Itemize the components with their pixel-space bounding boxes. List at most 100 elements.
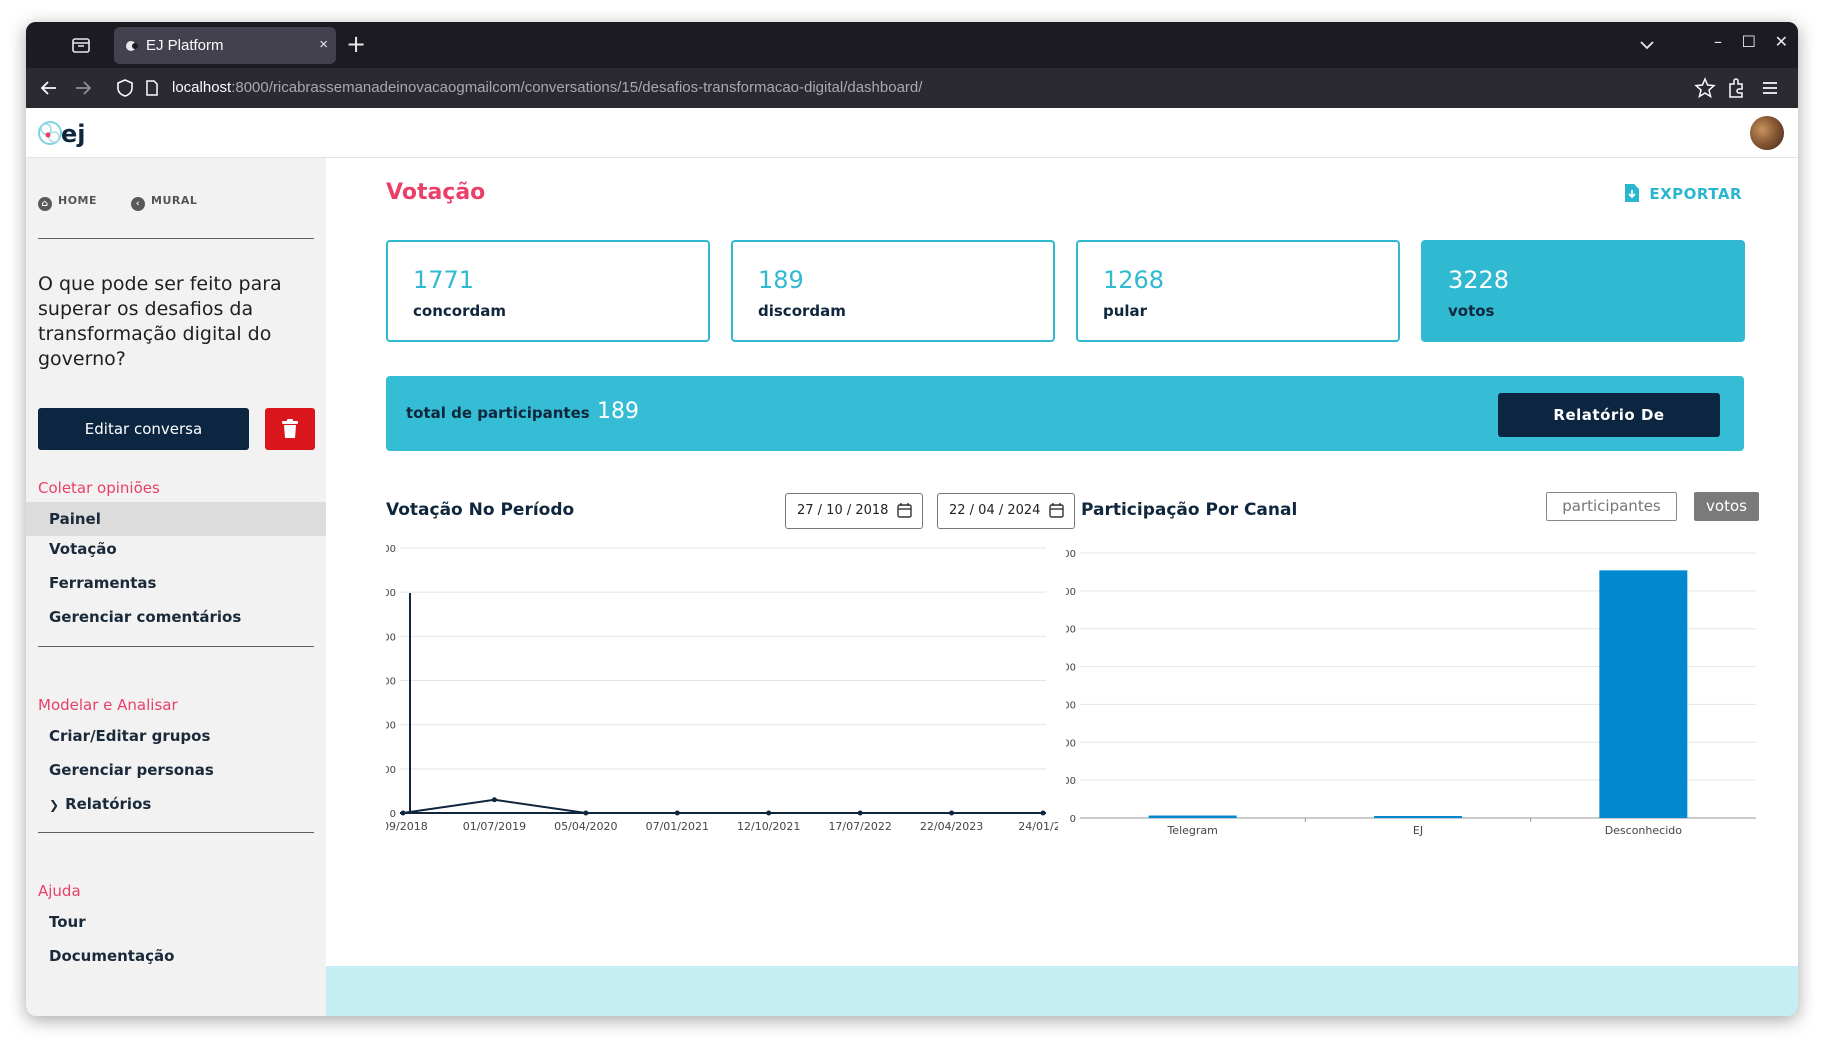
edit-conversation-button[interactable]: Editar conversa [38,408,249,450]
mural-link[interactable]: ‹ MURAL [131,194,197,211]
bookmark-star-icon[interactable] [1694,77,1716,99]
delete-conversation-button[interactable] [265,408,315,450]
extensions-icon[interactable] [1726,77,1746,99]
sidebar-item-documentacao[interactable]: Documentação [26,939,326,973]
conversation-question: O que pode ser feito para superar os des… [38,273,282,370]
footer-band [326,966,1798,1016]
chevron-left-icon: ‹ [131,197,145,211]
toggle-participants[interactable]: participantes [1546,492,1677,521]
chevron-down-icon[interactable] [1636,34,1658,56]
shield-icon[interactable] [116,78,134,98]
bar-desconhecido [1599,570,1688,818]
y-tick-label: 00 [386,588,396,599]
data-point [1040,810,1046,816]
x-tick-label: EJ [1413,824,1423,837]
y-tick-label: 00 [1066,549,1076,560]
close-tab-icon[interactable]: × [319,36,328,53]
main-panel: Votação EXPORTAR 1771 concordam 189 disc… [326,158,1798,966]
data-point [583,810,589,816]
page-content: ej ⌂ HOME ‹ MURAL O que pode ser feito par… [26,108,1798,1016]
stat-label: pular [1103,302,1148,320]
stat-card-discordam: 189 discordam [731,240,1055,342]
home-link[interactable]: ⌂ HOME [38,194,97,211]
sidebar-item-tour[interactable]: Tour [26,905,326,939]
calendar-icon[interactable] [1049,503,1064,518]
y-tick-label: 00 [1066,700,1076,711]
y-tick-label: 00 [1066,625,1076,636]
sidebar-item-gerenciar-comentarios[interactable]: Gerenciar comentários [26,600,326,634]
stat-value: 3228 [1448,266,1510,294]
x-tick-label: 17/07/2022 [828,820,891,833]
new-tab-button[interactable]: + [346,30,366,58]
x-tick-label: 24/01/20 [1018,820,1058,833]
close-window-button[interactable]: ✕ [1775,32,1788,51]
hamburger-menu-icon[interactable] [1760,77,1780,99]
y-tick-label: 00 [1066,587,1076,598]
divider [38,238,314,239]
sidebar-item-gerenciar-personas[interactable]: Gerenciar personas [26,753,326,787]
tabs-overview-icon[interactable] [70,34,92,56]
start-date-input[interactable]: 27 / 10 / 2018 [785,493,923,529]
sidebar-item-ferramentas[interactable]: Ferramentas [26,566,326,600]
stat-label: discordam [758,302,846,320]
stat-value: 189 [758,266,804,294]
stat-value: 1771 [413,266,475,294]
toggle-votes[interactable]: votos [1694,492,1759,521]
maximize-button[interactable]: ☐ [1742,32,1756,51]
sidebar-item-votacao[interactable]: Votação [26,532,326,566]
stat-value: 1268 [1103,266,1165,294]
channel-chart-title: Participação Por Canal [1081,500,1298,520]
stat-label: votos [1448,302,1495,320]
x-tick-label: Desconhecido [1605,824,1683,837]
section-title-ajuda: Ajuda [38,882,81,900]
participants-report-button[interactable]: Relatório De Participantes [1498,393,1720,468]
y-tick-label: 00 [386,677,396,688]
divider [38,646,314,647]
back-arrow-icon[interactable] [38,77,60,99]
avatar[interactable] [1750,116,1784,150]
export-button[interactable]: EXPORTAR [1625,184,1742,203]
participants-value: 189 [597,399,639,424]
y-tick-label: 0 [1070,814,1076,825]
channel-bar-chart: 000000000000000Telegram EJ Desconhecido [1066,549,1756,837]
x-tick-label: 07/01/2021 [646,820,709,833]
sidebar-item-painel[interactable]: Painel [26,502,326,536]
tab-ej-platform[interactable]: EJ Platform × [114,27,336,64]
stat-label: concordam [413,302,506,320]
end-date-input[interactable]: 22 / 04 / 2024 [937,493,1075,529]
data-point [949,810,955,816]
trash-icon [282,419,298,438]
tab-title: EJ Platform [146,37,224,54]
bar-ej [1374,816,1462,818]
page-icon[interactable] [144,79,160,97]
stat-card-concordam: 1771 concordam [386,240,710,342]
svg-text:ej: ej [61,120,86,148]
period-chart-title: Votação No Período [386,500,575,520]
divider [38,832,314,833]
data-point [674,810,680,816]
chevron-down-icon: ❯ [49,798,60,812]
address-bar[interactable]: localhost:8000/ricabrassemanadeinovacaog… [106,72,1716,104]
participants-summary: total de participantes 189 Relatório De … [386,376,1744,468]
y-tick-label: 00 [386,632,396,643]
participants-label: total de participantes [406,404,590,422]
data-point [857,810,863,816]
forward-arrow-icon[interactable] [72,77,94,99]
x-tick-label: Telegram [1166,824,1217,837]
page-title: Votação [386,180,486,205]
data-point [491,797,497,803]
y-tick-label: 00 [386,765,396,776]
sidebar-item-relatorios[interactable]: ❯ Relatórios [26,787,326,821]
file-download-icon [1625,184,1640,202]
ej-logo[interactable]: ej [36,115,96,151]
data-point [400,810,406,816]
sidebar-item-criar-grupos[interactable]: Criar/Editar grupos [26,719,326,753]
url-text[interactable]: localhost:8000/ricabrassemanadeinovacaog… [172,79,922,96]
series-line [402,798,1043,814]
y-tick-label: 00 [1066,776,1076,787]
minimize-button[interactable]: – [1714,32,1722,51]
period-line-chart: 0000000000000/09/201801/07/201905/04/202… [386,544,1058,833]
y-tick-label: 0 [390,809,396,820]
calendar-icon[interactable] [897,503,912,518]
stat-card-votos: 3228 votos [1421,240,1745,342]
